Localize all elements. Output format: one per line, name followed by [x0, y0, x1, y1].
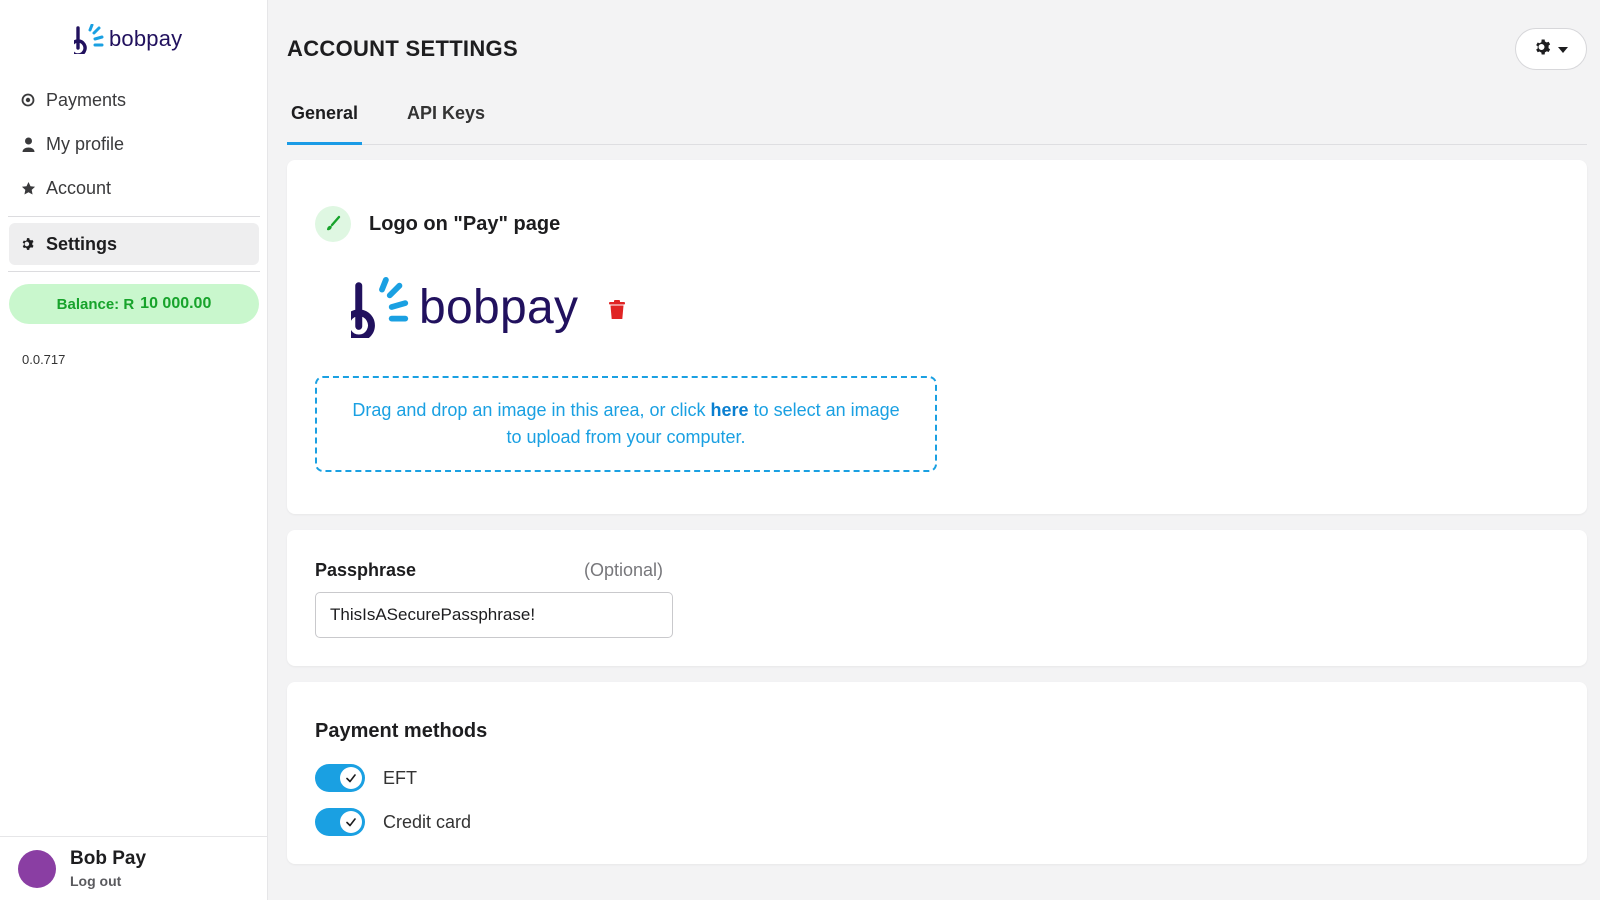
balance-label: Balance: R [56, 295, 135, 313]
brand-name: bobpay [109, 26, 183, 51]
target-icon [20, 92, 36, 108]
sidebar-divider [8, 216, 260, 217]
sidebar-item-label: Payments [46, 89, 127, 110]
payment-method-eft[interactable]: EFT [315, 764, 417, 792]
avatar[interactable] [18, 849, 56, 888]
bobpay-logo-icon [74, 24, 104, 54]
gear-icon [1534, 38, 1552, 61]
bobpay-logo-icon [351, 276, 409, 338]
passphrase-input[interactable] [315, 592, 673, 638]
tab-general[interactable]: General [287, 103, 363, 145]
sidebar-item-my-profile[interactable]: My profile [0, 122, 268, 166]
star-icon [20, 180, 36, 196]
credit-card-label: Credit card [383, 811, 472, 832]
payment-methods-card: Payment methods EFT Credit card [287, 682, 1587, 864]
current-logo-preview: bobpay [351, 276, 578, 338]
logo-section-header: Logo on "Pay" page [315, 206, 560, 242]
logo-preview-text: bobpay [419, 280, 579, 334]
sidebar-nav: Payments My profile Account Settings Bal… [0, 78, 268, 367]
settings-tabs: General API Keys [287, 95, 1587, 145]
chevron-down-icon [1558, 40, 1568, 58]
sidebar-item-label: My profile [46, 133, 125, 154]
sidebar-divider [8, 271, 260, 272]
logo-section-title: Logo on "Pay" page [369, 212, 561, 235]
eft-toggle[interactable] [315, 764, 365, 792]
sidebar-item-account[interactable]: Account [0, 166, 268, 210]
sidebar-item-settings[interactable]: Settings [9, 223, 259, 265]
passphrase-optional-hint: (Optional) [584, 560, 664, 580]
payment-method-credit-card[interactable]: Credit card [315, 808, 471, 836]
brand-logo[interactable]: bobpay [74, 24, 182, 54]
user-icon [20, 136, 36, 152]
credit-card-toggle[interactable] [315, 808, 365, 836]
dropzone-text: Drag and drop an image in this area, or … [347, 397, 905, 451]
settings-menu-button[interactable] [1515, 28, 1587, 70]
logo-upload-dropzone[interactable]: Drag and drop an image in this area, or … [315, 376, 937, 472]
payment-methods-title: Payment methods [315, 720, 488, 742]
sidebar-item-label: Settings [46, 233, 118, 254]
main-content: ACCOUNT SETTINGS General API Keys Logo o… [287, 0, 1587, 900]
sidebar: bobpay Payments My profile Account Setti… [0, 0, 268, 900]
logout-link[interactable]: Log out [70, 873, 146, 889]
delete-logo-trash-icon[interactable] [609, 300, 625, 324]
user-panel: Bob Pay Log out [0, 836, 268, 900]
sidebar-item-label: Account [46, 177, 112, 198]
dropzone-click-here-link[interactable]: here [711, 400, 749, 420]
page-title: ACCOUNT SETTINGS [287, 36, 518, 61]
dropzone-text-before: Drag and drop an image in this area, or … [352, 400, 711, 420]
user-name: Bob Pay [70, 848, 147, 869]
balance-badge: Balance: R 10 000.00 [9, 284, 259, 324]
tab-api-keys[interactable]: API Keys [407, 103, 485, 145]
logo-settings-card: Logo on "Pay" page bobpay Drag and drop … [287, 160, 1587, 514]
passphrase-label: Passphrase [315, 560, 417, 580]
check-icon [340, 767, 362, 789]
gear-icon [20, 236, 36, 252]
balance-amount: 10 000.00 [140, 295, 212, 312]
check-icon [340, 811, 362, 833]
app-version: 0.0.717 [22, 352, 66, 367]
sidebar-item-payments[interactable]: Payments [0, 78, 268, 122]
passphrase-card: Passphrase (Optional) [287, 530, 1587, 666]
eft-label: EFT [383, 767, 417, 788]
brush-icon [315, 206, 351, 242]
